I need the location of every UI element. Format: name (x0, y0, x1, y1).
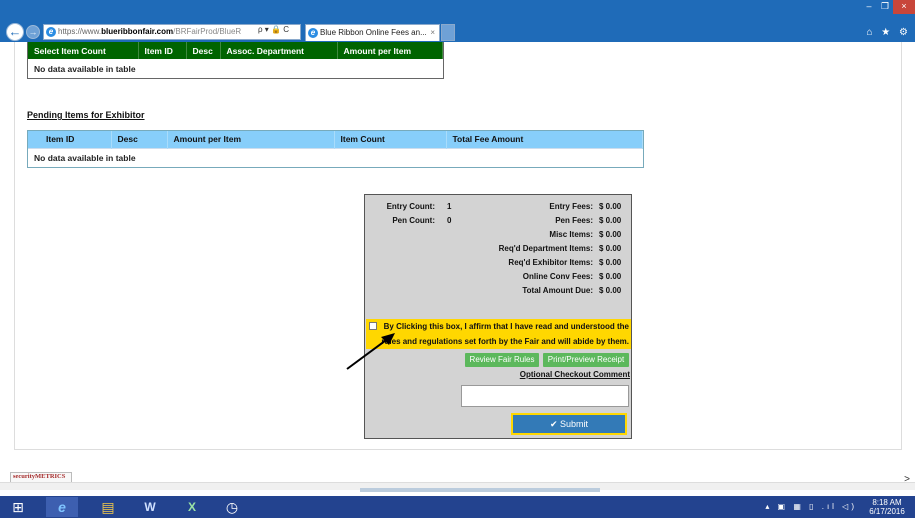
affirm-text-line1: By Clicking this box, I affirm that I ha… (383, 322, 629, 331)
pen-count-label: Pen Count: (392, 216, 435, 225)
column-header[interactable]: Item ID (138, 42, 187, 59)
window-controls: – ❐ × (861, 0, 915, 14)
column-header[interactable]: Item Count (334, 131, 447, 148)
windows-taskbar: ⊞ e ▤ W X ◷ ▴ ▣ ▦ ▯ .ıl ◁) 8:18 AM 6/17/… (0, 496, 915, 518)
forward-button[interactable]: → (26, 25, 40, 39)
print-preview-receipt-button[interactable]: Print/Preview Receipt (543, 353, 629, 367)
checkmark-icon: ✔ (549, 419, 558, 429)
submit-label: Submit (560, 419, 589, 429)
entry-count-value: 1 (447, 202, 452, 211)
online-conv-fees-value: $ 0.00 (599, 272, 622, 281)
column-header[interactable]: Total Fee Amount (446, 131, 643, 148)
items-table-header: Select Item Count Item ID Desc Assoc. De… (28, 42, 443, 59)
items-table: Select Item Count Item ID Desc Assoc. De… (27, 42, 444, 79)
column-header[interactable]: Amount per Item (337, 42, 443, 59)
column-header[interactable]: Desc (111, 131, 168, 148)
reqd-department-items-label: Req'd Department Items: (498, 244, 593, 253)
affirm-rules-checkbox-row[interactable]: By Clicking this box, I affirm that I ha… (366, 319, 631, 349)
column-header[interactable]: Assoc. Department (220, 42, 338, 59)
entry-count-label: Entry Count: (386, 202, 435, 211)
address-domain: blueribbonfair.com (101, 27, 174, 36)
reqd-exhibitor-items-value: $ 0.00 (599, 258, 622, 267)
system-clock[interactable]: 8:18 AM 6/17/2016 (861, 498, 913, 516)
page-content: Select Item Count Item ID Desc Assoc. De… (0, 42, 915, 478)
clock-date: 6/17/2016 (869, 507, 905, 516)
ie-icon: e (308, 28, 318, 38)
total-amount-due-value: $ 0.00 (599, 286, 622, 295)
annotation-arrow-icon (346, 333, 395, 370)
column-header[interactable]: Select Item Count (28, 42, 139, 59)
address-path: /BRFairProd/BlueR (173, 27, 242, 36)
pen-fees-value: $ 0.00 (599, 216, 622, 225)
restore-button[interactable]: ❐ (877, 0, 893, 14)
browser-toolbar-icons[interactable]: ⌂ ★ ⚙ (866, 27, 911, 38)
pending-table-header: Item ID Desc Amount per Item Item Count … (28, 131, 643, 148)
new-tab-button[interactable] (441, 24, 455, 41)
word-icon[interactable]: W (134, 497, 166, 517)
content-panel: Select Item Count Item ID Desc Assoc. De… (14, 42, 902, 450)
address-protocol: https://www. (58, 27, 102, 36)
pen-fees-label: Pen Fees: (555, 216, 593, 225)
internet-explorer-icon[interactable]: e (46, 497, 78, 517)
empty-message: No data available in table (28, 59, 443, 78)
back-button[interactable]: ← (6, 23, 24, 41)
close-button[interactable]: × (893, 0, 915, 14)
affirm-text-line2: rules and regulations set forth by the F… (381, 337, 629, 346)
system-tray-icons[interactable]: ▴ ▣ ▦ ▯ .ıl ◁) (765, 502, 857, 511)
tab-blue-ribbon[interactable]: e Blue Ribbon Online Fees an... × (305, 24, 440, 41)
clock-app-icon[interactable]: ◷ (216, 497, 248, 517)
ie-icon: e (46, 27, 56, 37)
tab-title: Blue Ribbon Online Fees an... (320, 28, 427, 37)
review-fair-rules-button[interactable]: Review Fair Rules (465, 353, 539, 367)
excel-icon[interactable]: X (176, 497, 208, 517)
checkout-comment-input[interactable] (461, 385, 629, 407)
column-header[interactable]: Desc (186, 42, 221, 59)
pending-items-title: Pending Items for Exhibitor (27, 110, 145, 120)
column-header[interactable]: Amount per Item (167, 131, 335, 148)
entry-fees-label: Entry Fees: (549, 202, 593, 211)
pen-count-value: 0 (447, 216, 452, 225)
address-controls[interactable]: ρ ▾ 🔒 C (258, 25, 289, 34)
file-explorer-icon[interactable]: ▤ (92, 497, 124, 517)
optional-checkout-comment-link[interactable]: Optional Checkout Comment (520, 370, 630, 379)
page-bottom-strip (360, 488, 600, 492)
browser-chrome: – ❐ × ← → e https://www.blueribbonfair.c… (0, 0, 915, 42)
table-row: No data available in table (28, 147, 643, 167)
reqd-department-items-value: $ 0.00 (599, 244, 622, 253)
empty-message: No data available in table (28, 147, 643, 167)
pending-items-table: Item ID Desc Amount per Item Item Count … (27, 130, 644, 168)
submit-button[interactable]: ✔ Submit (511, 413, 627, 435)
minimize-button[interactable]: – (861, 0, 877, 14)
entry-fees-value: $ 0.00 (599, 202, 622, 211)
start-button-icon[interactable]: ⊞ (2, 497, 34, 517)
clock-time: 8:18 AM (872, 498, 902, 507)
table-row: No data available in table (28, 59, 443, 78)
total-amount-due-label: Total Amount Due: (522, 286, 593, 295)
column-header[interactable]: Item ID (28, 131, 112, 148)
misc-items-value: $ 0.00 (599, 230, 622, 239)
tab-close-icon[interactable]: × (430, 25, 435, 41)
fee-summary-box: Entry Count: 1 Pen Count: 0 Entry Fees: … (364, 194, 632, 439)
online-conv-fees-label: Online Conv Fees: (522, 272, 593, 281)
misc-items-label: Misc Items: (549, 230, 593, 239)
reqd-exhibitor-items-label: Req'd Exhibitor Items: (508, 258, 593, 267)
